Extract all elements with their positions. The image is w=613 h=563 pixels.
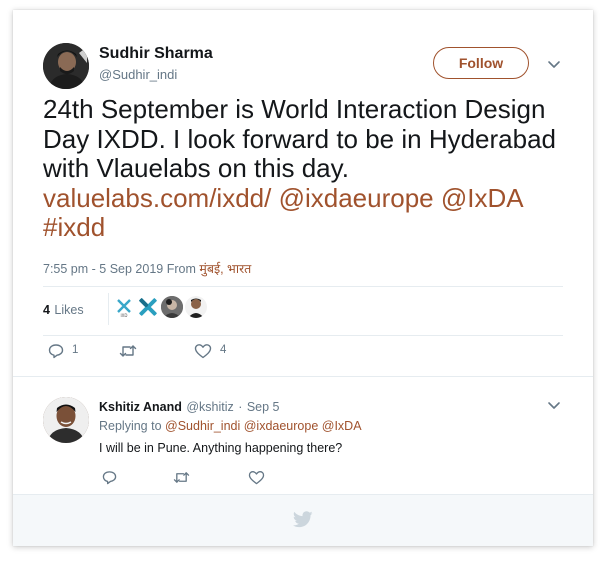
likes-label: Likes (54, 303, 84, 317)
mention-link[interactable]: @ixdaeurope (279, 183, 434, 213)
tweet-text-line: 24th September is World Interaction Desi… (43, 94, 546, 124)
reply-count: 1 (72, 344, 79, 356)
reply-header: Kshitiz Anand @kshitiz · Sep 5 (99, 398, 280, 416)
tweet-card: Sudhir Sharma @Sudhir_indi Follow 24th S… (13, 10, 593, 546)
reply-date[interactable]: Sep 5 (247, 400, 280, 414)
liker-avatar[interactable] (137, 296, 159, 318)
chevron-down-icon[interactable] (547, 57, 561, 71)
replying-to-label: Replying to (99, 419, 162, 433)
reply-author-name[interactable]: Kshitiz Anand (99, 400, 182, 414)
tweet-text-line: with Vlauelabs on this day. (43, 153, 349, 183)
divider (43, 335, 563, 336)
divider (43, 286, 563, 287)
like-button[interactable] (194, 343, 212, 364)
location-link[interactable]: मुंबई, भारत (199, 262, 251, 276)
reply-icon (48, 344, 64, 359)
likes-count: 4 (43, 303, 50, 317)
twitter-bird-icon[interactable] (293, 511, 313, 528)
liker-avatar[interactable]: IXD (113, 296, 135, 318)
reply-text: I will be in Pune. Anything happening th… (99, 441, 343, 455)
tweet-text: 24th September is World Interaction Desi… (43, 94, 573, 243)
divider (108, 293, 109, 325)
avatar[interactable] (43, 43, 89, 89)
timestamp-text[interactable]: 7:55 pm - 5 Sep 2019 From (43, 262, 196, 276)
author-name[interactable]: Sudhir Sharma (99, 45, 213, 63)
follow-button[interactable]: Follow (433, 47, 529, 79)
divider (13, 376, 593, 377)
reply-icon (102, 471, 117, 485)
retweet-icon (173, 472, 190, 483)
card-footer (13, 494, 593, 546)
retweet-icon (119, 345, 137, 357)
like-count: 4 (220, 344, 227, 356)
liker-avatar[interactable] (161, 296, 183, 318)
separator: · (238, 400, 243, 414)
replying-to-mentions[interactable]: @Sudhir_indi @ixdaeurope @IxDA (165, 419, 362, 433)
liker-avatar[interactable] (185, 296, 207, 318)
reply-button[interactable] (102, 470, 117, 490)
avatar[interactable] (43, 397, 89, 443)
reply-author-handle[interactable]: @kshitiz (186, 400, 233, 414)
heart-icon (194, 344, 212, 359)
likes-summary[interactable]: 4 Likes (43, 301, 84, 319)
tweet-text-line: Day IXDD. I look forward to be in Hydera… (43, 123, 557, 154)
heart-icon (248, 471, 265, 485)
retweet-button[interactable] (173, 470, 190, 490)
author-handle[interactable]: @Sudhir_indi (99, 67, 177, 82)
chevron-down-icon[interactable] (547, 398, 561, 412)
tweet-timestamp: 7:55 pm - 5 Sep 2019 From मुंबई, भारत (43, 260, 251, 277)
retweet-button[interactable] (119, 343, 137, 364)
svg-text:IXD: IXD (121, 313, 128, 318)
mention-link[interactable]: @IxDA (441, 183, 524, 213)
tweet-link[interactable]: valuelabs.com/ixdd/ (43, 183, 271, 213)
like-button[interactable] (248, 470, 265, 490)
replying-to: Replying to @Sudhir_indi @ixdaeurope @Ix… (99, 419, 362, 433)
hashtag-link[interactable]: #ixdd (43, 212, 105, 242)
reply-button[interactable] (48, 343, 64, 364)
